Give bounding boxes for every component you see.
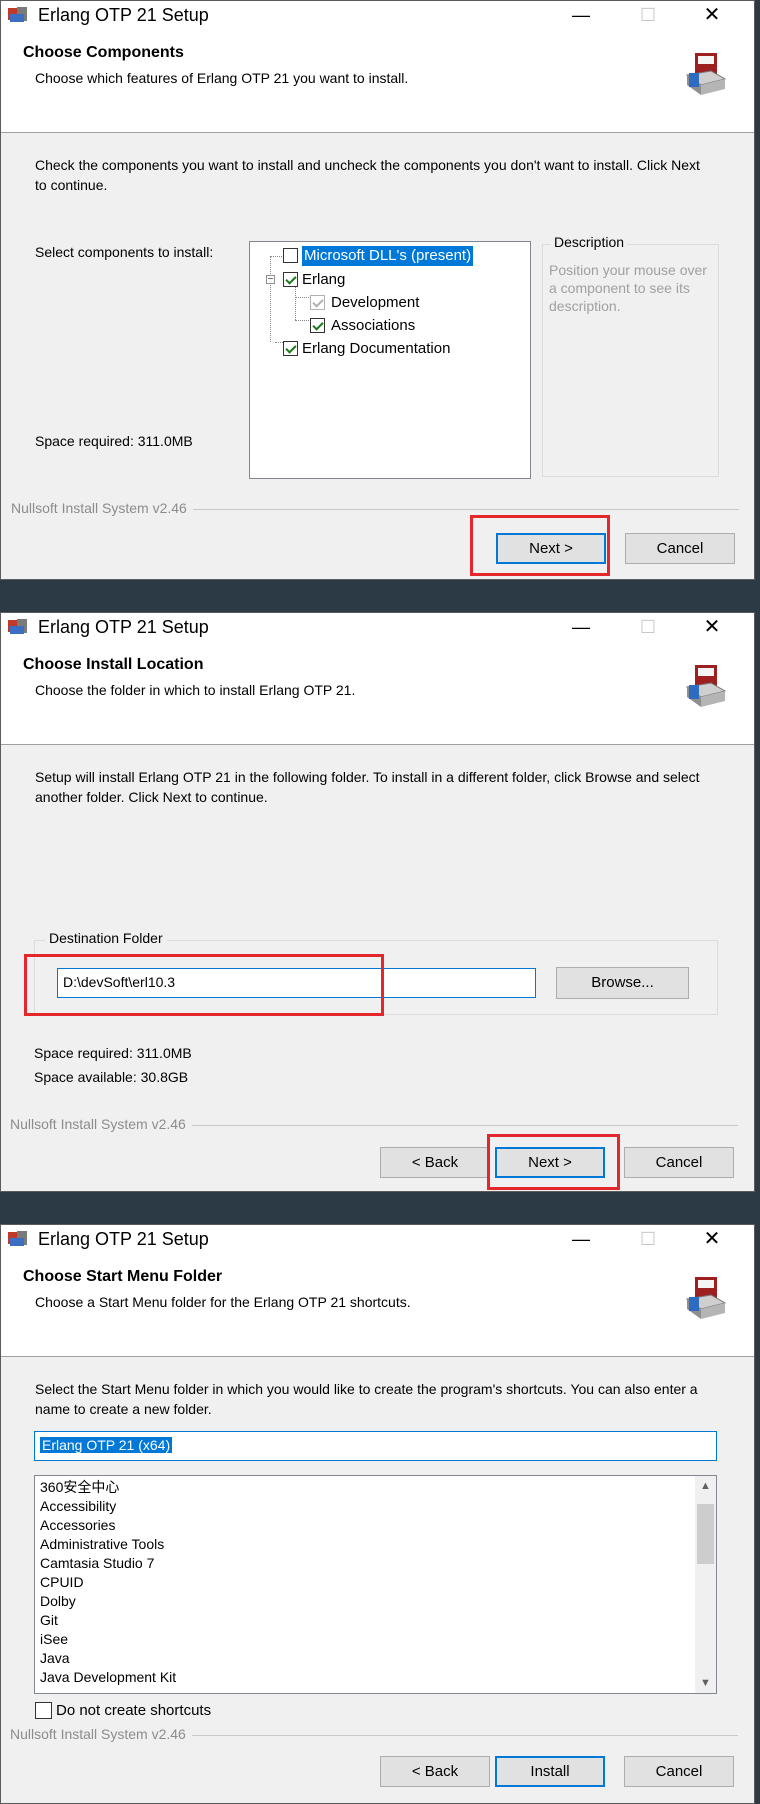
page-title: Choose Start Menu Folder bbox=[23, 1268, 223, 1285]
setup-window-install-location: Erlang OTP 21 Setup — ☐ ✕ Choose Install… bbox=[0, 612, 755, 1192]
tree-item-label: Development bbox=[331, 294, 420, 311]
page-subtitle: Choose which features of Erlang OTP 21 y… bbox=[35, 70, 409, 86]
scroll-up-icon[interactable]: ▲ bbox=[695, 1476, 716, 1496]
cancel-button[interactable]: Cancel bbox=[625, 533, 735, 564]
list-item[interactable]: CPUID bbox=[40, 1573, 84, 1592]
start-menu-folder-value: Erlang OTP 21 (x64) bbox=[40, 1437, 173, 1453]
checkbox-development bbox=[310, 295, 325, 310]
nsis-branding: Nullsoft Install System v2.46 bbox=[10, 1726, 192, 1742]
destination-folder-input[interactable]: D:\devSoft\erl10.3 bbox=[57, 968, 536, 998]
checkbox-erlang-documentation[interactable] bbox=[283, 341, 298, 356]
title-bar[interactable]: Erlang OTP 21 Setup — ☐ ✕ bbox=[1, 613, 754, 641]
list-item[interactable]: Java bbox=[40, 1649, 70, 1668]
nsis-branding: Nullsoft Install System v2.46 bbox=[10, 1116, 192, 1132]
setup-window-choose-components: Erlang OTP 21 Setup — ☐ ✕ Choose Compone… bbox=[0, 0, 755, 580]
list-item[interactable]: Accessibility bbox=[40, 1497, 116, 1516]
close-button[interactable]: ✕ bbox=[689, 613, 735, 641]
list-item[interactable]: Java Development Kit bbox=[40, 1668, 176, 1687]
description-group: Description Position your mouse over a c… bbox=[542, 234, 719, 477]
checkbox-associations[interactable] bbox=[310, 318, 325, 333]
list-item[interactable]: Accessories bbox=[40, 1516, 115, 1535]
list-item[interactable]: iSee bbox=[40, 1630, 68, 1649]
instructions-text: Setup will install Erlang OTP 21 in the … bbox=[35, 769, 700, 805]
next-button[interactable]: Next > bbox=[496, 533, 606, 564]
instructions-text: Check the components you want to install… bbox=[35, 157, 700, 193]
close-button[interactable]: ✕ bbox=[689, 1225, 735, 1253]
page-title: Choose Components bbox=[23, 44, 184, 61]
start-menu-folder-list[interactable]: 360安全中心 Accessibility Accessories Admini… bbox=[34, 1475, 717, 1694]
tree-item-label: Associations bbox=[331, 317, 416, 334]
maximize-button[interactable]: ☐ bbox=[625, 1, 671, 29]
cancel-button[interactable]: Cancel bbox=[624, 1147, 734, 1178]
space-available-text: Space available: 30.8GB bbox=[34, 1069, 189, 1085]
start-menu-folder-input[interactable]: Erlang OTP 21 (x64) bbox=[34, 1431, 717, 1461]
list-item[interactable]: Camtasia Studio 7 bbox=[40, 1554, 154, 1573]
wizard-header: Choose Components Choose which features … bbox=[1, 29, 754, 133]
nsis-branding: Nullsoft Install System v2.46 bbox=[11, 500, 193, 516]
installer-package-icon bbox=[685, 1277, 727, 1319]
maximize-button[interactable]: ☐ bbox=[625, 1225, 671, 1253]
scrollbar-thumb[interactable] bbox=[697, 1504, 714, 1564]
minimize-button[interactable]: — bbox=[558, 1225, 604, 1253]
page-title: Choose Install Location bbox=[23, 656, 204, 673]
browse-button[interactable]: Browse... bbox=[556, 967, 689, 999]
back-button[interactable]: < Back bbox=[380, 1756, 490, 1787]
no-shortcuts-label[interactable]: Do not create shortcuts bbox=[56, 1702, 211, 1719]
erlang-setup-icon bbox=[8, 619, 27, 634]
no-shortcuts-checkbox[interactable] bbox=[35, 1702, 52, 1719]
checkbox-microsoft-dlls[interactable] bbox=[283, 248, 298, 263]
back-button[interactable]: < Back bbox=[380, 1147, 490, 1178]
space-required-text: Space required: 311.0MB bbox=[35, 433, 193, 449]
description-title: Description bbox=[551, 234, 628, 250]
instructions-text: Select the Start Menu folder in which yo… bbox=[35, 1381, 698, 1417]
maximize-button[interactable]: ☐ bbox=[625, 613, 671, 641]
window-title: Erlang OTP 21 Setup bbox=[38, 617, 209, 637]
install-button[interactable]: Install bbox=[495, 1756, 605, 1787]
erlang-setup-icon bbox=[8, 1231, 27, 1246]
window-title: Erlang OTP 21 Setup bbox=[38, 5, 209, 25]
tree-item-label: Erlang Documentation bbox=[302, 340, 451, 357]
destination-folder-label: Destination Folder bbox=[45, 930, 167, 946]
close-button[interactable]: ✕ bbox=[689, 1, 735, 29]
minimize-button[interactable]: — bbox=[558, 613, 604, 641]
title-bar[interactable]: Erlang OTP 21 Setup — ☐ ✕ bbox=[1, 1225, 754, 1253]
page-subtitle: Choose the folder in which to install Er… bbox=[35, 682, 356, 698]
list-item[interactable]: Git bbox=[40, 1611, 58, 1630]
title-bar[interactable]: Erlang OTP 21 Setup — ☐ ✕ bbox=[1, 1, 754, 29]
cancel-button[interactable]: Cancel bbox=[624, 1756, 734, 1787]
next-button[interactable]: Next > bbox=[495, 1147, 605, 1178]
page-subtitle: Choose a Start Menu folder for the Erlan… bbox=[35, 1294, 411, 1310]
list-item[interactable]: Dolby bbox=[40, 1592, 76, 1611]
minimize-button[interactable]: — bbox=[558, 1, 604, 29]
installer-package-icon bbox=[685, 665, 727, 707]
vertical-scrollbar[interactable]: ▲ ▼ bbox=[695, 1476, 716, 1693]
installer-package-icon bbox=[685, 53, 727, 95]
wizard-header: Choose Install Location Choose the folde… bbox=[1, 641, 754, 745]
wizard-header: Choose Start Menu Folder Choose a Start … bbox=[1, 1253, 754, 1357]
components-tree[interactable]: − Microsoft DLL's (present) Erlang Devel… bbox=[249, 241, 531, 479]
tree-item-label: Erlang bbox=[302, 271, 346, 288]
erlang-setup-icon bbox=[8, 7, 27, 22]
description-text: Position your mouse over a component to … bbox=[549, 262, 707, 314]
list-item[interactable]: 360安全中心 bbox=[40, 1478, 119, 1497]
window-title: Erlang OTP 21 Setup bbox=[38, 1229, 209, 1249]
scroll-down-icon[interactable]: ▼ bbox=[695, 1673, 716, 1693]
checkbox-erlang[interactable] bbox=[283, 272, 298, 287]
space-required-text: Space required: 311.0MB bbox=[34, 1045, 192, 1061]
select-components-label: Select components to install: bbox=[35, 244, 214, 260]
list-item[interactable]: Administrative Tools bbox=[40, 1535, 164, 1554]
tree-item-label: Microsoft DLL's (present) bbox=[302, 246, 474, 266]
collapse-erlang-icon[interactable]: − bbox=[266, 275, 275, 285]
